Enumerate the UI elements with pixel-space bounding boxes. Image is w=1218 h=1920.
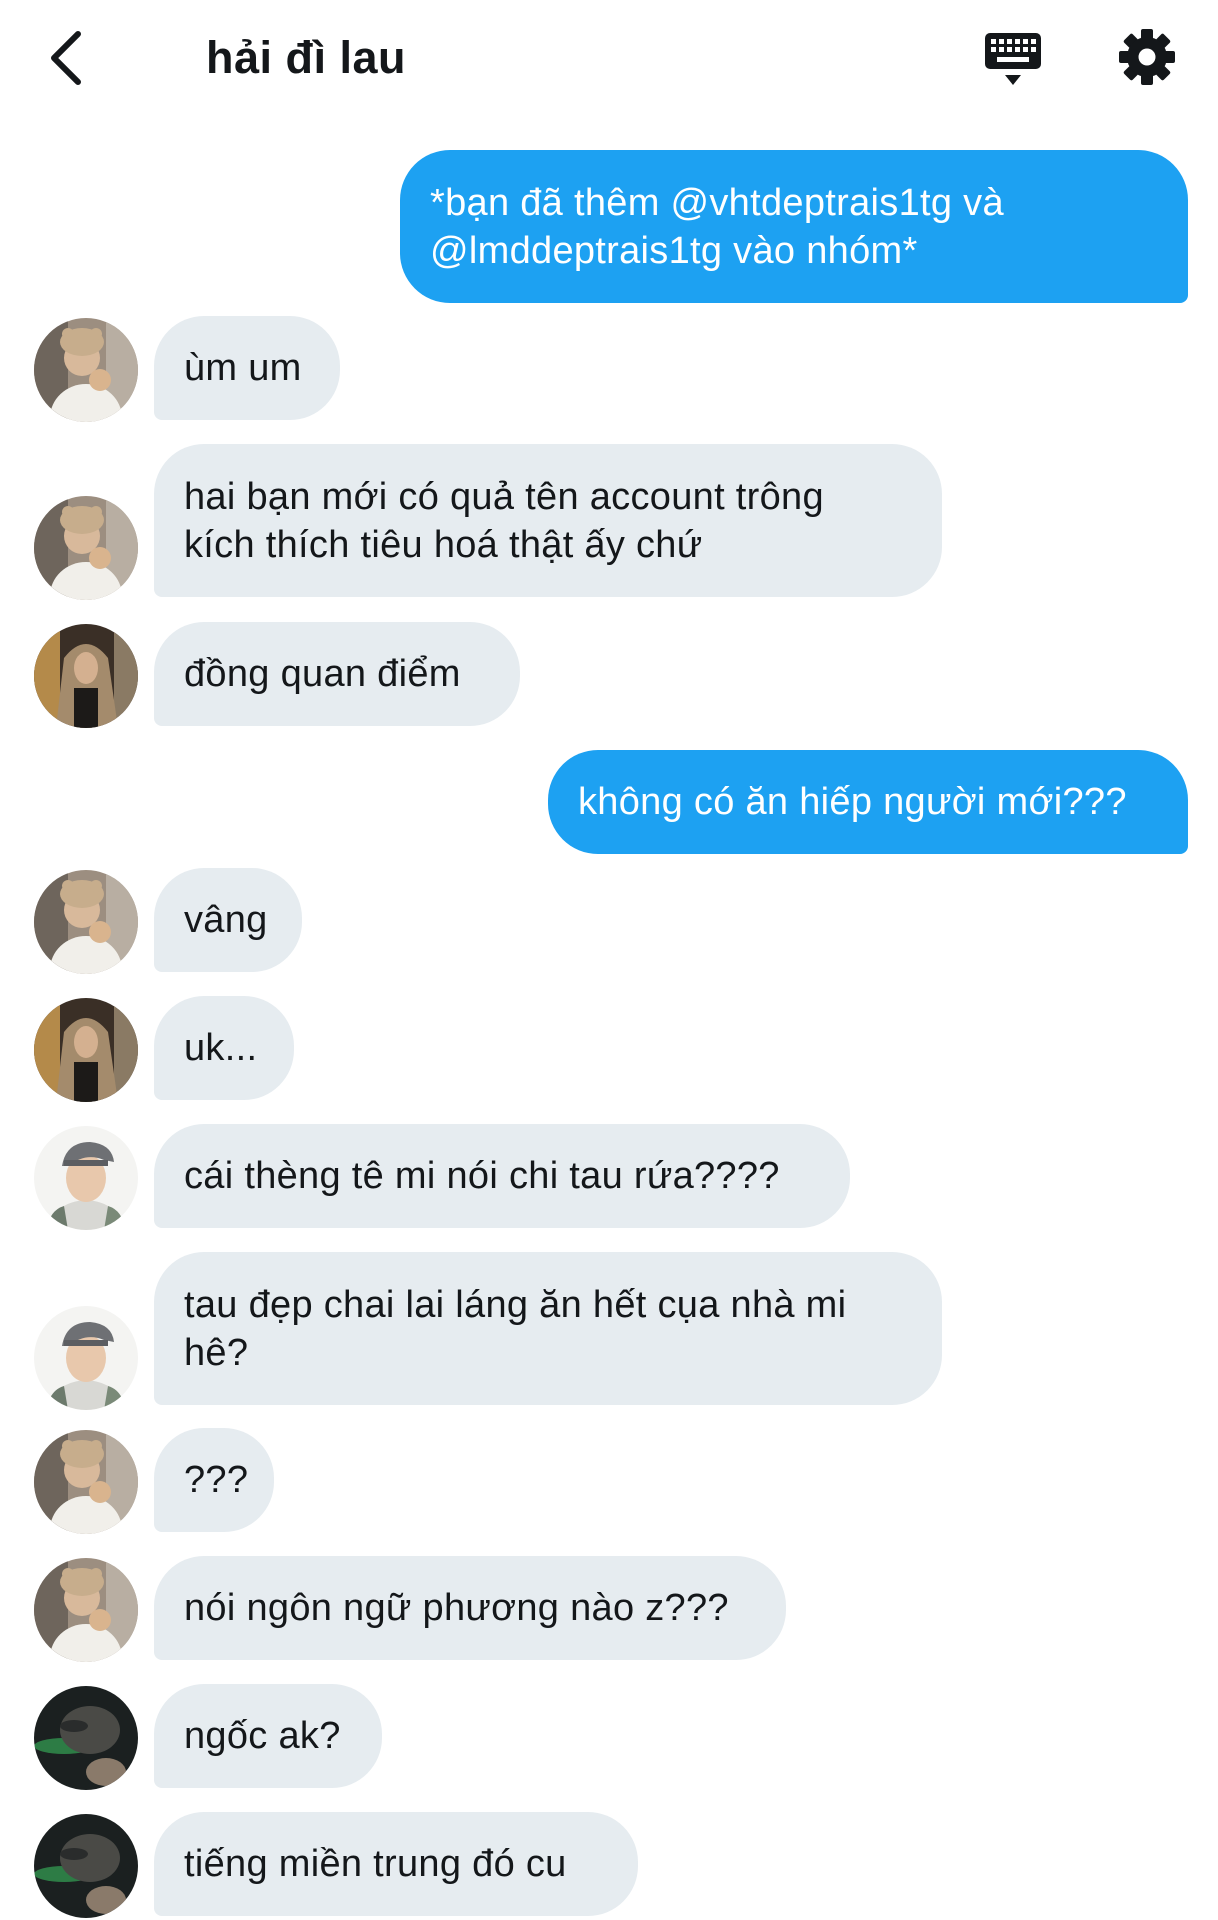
avatar-a[interactable] bbox=[34, 1558, 138, 1662]
incoming-message-bubble[interactable]: ??? bbox=[154, 1428, 274, 1532]
incoming-message-bubble[interactable]: uk... bbox=[154, 996, 294, 1100]
avatar-image bbox=[34, 318, 138, 422]
conversation-title[interactable]: hải đì lau bbox=[206, 30, 406, 86]
incoming-message-bubble[interactable]: nói ngôn ngữ phương nào z??? bbox=[154, 1556, 786, 1660]
avatar-image bbox=[34, 870, 138, 974]
avatar-image bbox=[34, 1126, 138, 1230]
avatar-image bbox=[34, 1558, 138, 1662]
avatar-a[interactable] bbox=[34, 870, 138, 974]
avatar-d[interactable] bbox=[34, 1686, 138, 1790]
avatar-image bbox=[34, 998, 138, 1102]
settings-button[interactable] bbox=[1116, 26, 1178, 88]
keyboard-icon bbox=[985, 33, 1041, 85]
avatar-a[interactable] bbox=[34, 496, 138, 600]
avatar-c[interactable] bbox=[34, 1306, 138, 1410]
incoming-message-bubble[interactable]: hai bạn mới có quả tên account trông kíc… bbox=[154, 444, 942, 597]
incoming-message-bubble[interactable]: ngốc ak? bbox=[154, 1684, 382, 1788]
conversation-header: hải đì lau bbox=[0, 0, 1218, 118]
gear-icon bbox=[1119, 29, 1175, 85]
incoming-message-bubble[interactable]: vâng bbox=[154, 868, 302, 972]
back-button[interactable] bbox=[36, 24, 96, 92]
incoming-message-bubble[interactable]: tiếng miền trung đó cu bbox=[154, 1812, 638, 1916]
outgoing-message-bubble[interactable]: *bạn đã thêm @vhtdeptrais1tg và @lmddept… bbox=[400, 150, 1188, 303]
avatar-image bbox=[34, 1306, 138, 1410]
outgoing-message-bubble[interactable]: không có ăn hiếp người mới??? bbox=[548, 750, 1188, 854]
chevron-left-icon bbox=[51, 31, 81, 85]
avatar-b[interactable] bbox=[34, 624, 138, 728]
avatar-b[interactable] bbox=[34, 998, 138, 1102]
avatar-c[interactable] bbox=[34, 1126, 138, 1230]
incoming-message-bubble[interactable]: đồng quan điểm bbox=[154, 622, 520, 726]
avatar-a[interactable] bbox=[34, 318, 138, 422]
incoming-message-bubble[interactable]: ùm um bbox=[154, 316, 340, 420]
avatar-image bbox=[34, 624, 138, 728]
keyboard-button[interactable] bbox=[980, 28, 1046, 94]
avatar-a[interactable] bbox=[34, 1430, 138, 1534]
incoming-message-bubble[interactable]: cái thèng tê mi nói chi tau rứa???? bbox=[154, 1124, 850, 1228]
avatar-image bbox=[34, 1814, 138, 1918]
incoming-message-bubble[interactable]: tau đẹp chai lai láng ăn hết cụa nhà mi … bbox=[154, 1252, 942, 1405]
avatar-image bbox=[34, 496, 138, 600]
avatar-image bbox=[34, 1686, 138, 1790]
avatar-image bbox=[34, 1430, 138, 1534]
avatar-d[interactable] bbox=[34, 1814, 138, 1918]
